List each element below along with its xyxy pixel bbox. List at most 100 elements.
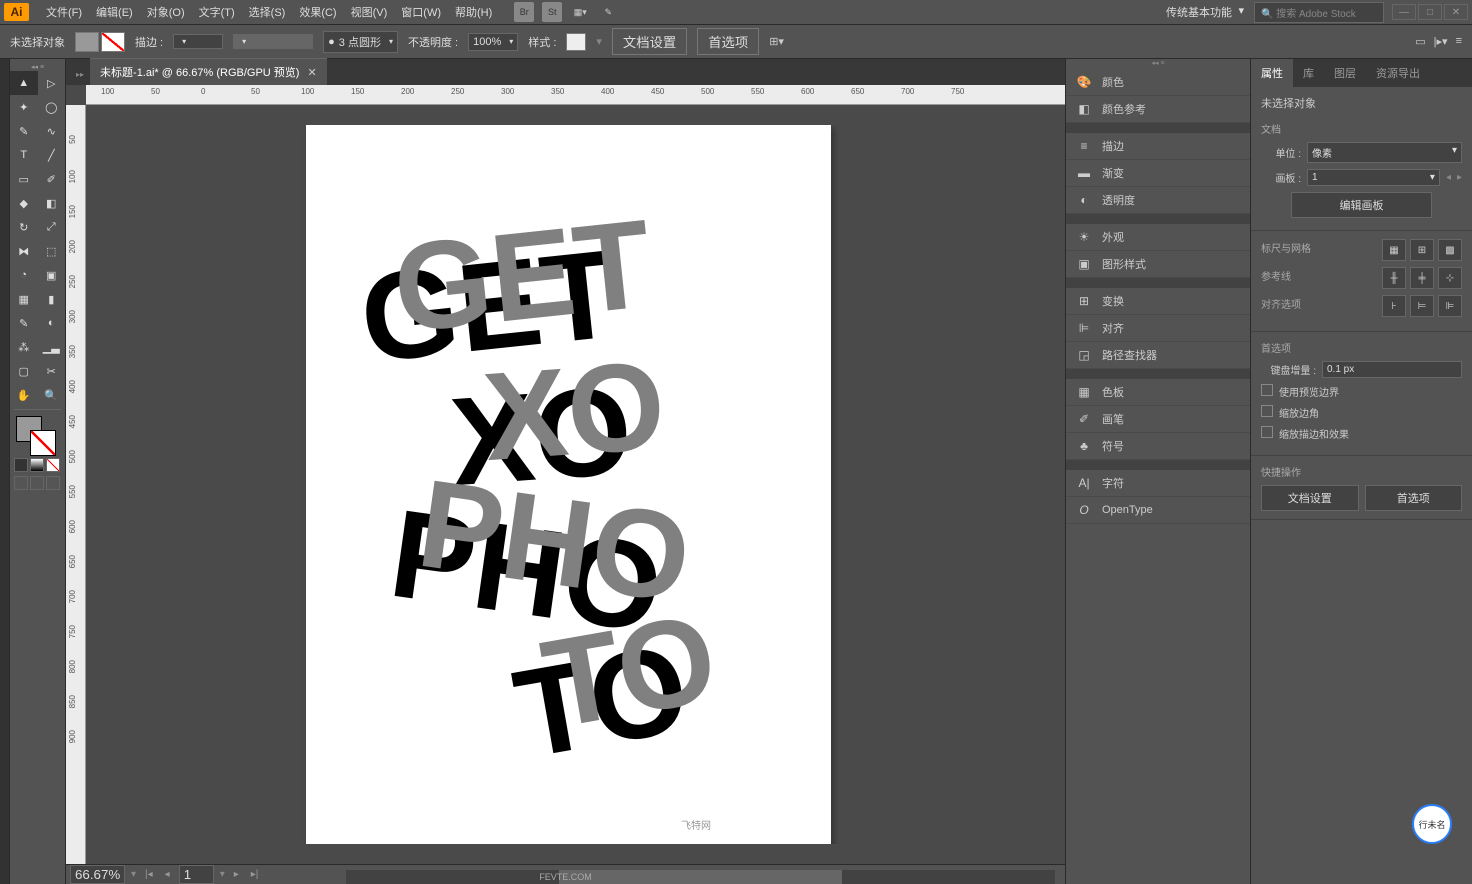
- gpu-icon[interactable]: ✎: [598, 2, 618, 22]
- snap-point-toggle[interactable]: ⊦: [1382, 295, 1406, 317]
- quick-prefs-button[interactable]: 首选项: [1365, 485, 1463, 511]
- stock-icon[interactable]: St: [542, 2, 562, 22]
- color-mode-none[interactable]: [46, 458, 60, 472]
- quick-doc-setup-button[interactable]: 文档设置: [1261, 485, 1359, 511]
- scale-corners-checkbox[interactable]: 缩放边角: [1261, 405, 1319, 420]
- stroke-swatch[interactable]: [101, 32, 125, 52]
- blend-tool[interactable]: ◐: [38, 311, 66, 335]
- canvas[interactable]: GET GET XO XO PHO PHO TO TO 飞特网: [86, 125, 1065, 844]
- menu-window[interactable]: 窗口(W): [394, 4, 448, 20]
- panel-collapse-handle[interactable]: ◂◂ ≡: [1066, 59, 1250, 69]
- ruler-toggle[interactable]: ▦: [1382, 239, 1406, 261]
- shape-builder-tool[interactable]: ◔: [10, 263, 38, 287]
- panel-menu-icon[interactable]: ≡: [1456, 35, 1462, 48]
- opacity-dropdown[interactable]: 100%: [468, 33, 518, 51]
- prev-artboard-button[interactable]: ◂: [162, 869, 173, 880]
- color-mode-gradient[interactable]: [30, 458, 44, 472]
- horizontal-scrollbar[interactable]: [346, 870, 1055, 884]
- menu-view[interactable]: 视图(V): [344, 4, 395, 20]
- brush-dropdown[interactable]: ● 3 点圆形: [323, 31, 398, 53]
- panel-transparency[interactable]: ◐透明度: [1066, 187, 1250, 214]
- stroke-weight-dropdown[interactable]: [173, 34, 223, 49]
- menu-object[interactable]: 对象(O): [140, 4, 192, 20]
- tab-properties[interactable]: 属性: [1251, 59, 1293, 87]
- use-preview-checkbox[interactable]: 使用预览边界: [1261, 384, 1339, 399]
- artboard[interactable]: GET GET XO XO PHO PHO TO TO 飞特网: [306, 125, 831, 844]
- eyedropper-tool[interactable]: ✎: [10, 311, 38, 335]
- zoom-tool[interactable]: 🔍: [38, 383, 66, 407]
- panel-gradient[interactable]: ▬渐变: [1066, 160, 1250, 187]
- panel-swatches[interactable]: ▦色板: [1066, 379, 1250, 406]
- panel-transform[interactable]: ⊞变换: [1066, 288, 1250, 315]
- document-tab[interactable]: 未标题-1.ai* @ 66.67% (RGB/GPU 预览) ✕: [90, 58, 327, 85]
- lasso-tool[interactable]: ◯: [38, 95, 66, 119]
- color-picker[interactable]: [10, 412, 65, 456]
- menu-edit[interactable]: 编辑(E): [89, 4, 140, 20]
- horizontal-ruler[interactable]: 100 50 0 50 100 150 200 250 300 350 400 …: [86, 85, 1065, 105]
- fill-swatch[interactable]: [75, 32, 99, 52]
- zoom-input[interactable]: [70, 865, 125, 884]
- color-mode-fill[interactable]: [14, 458, 28, 472]
- panel-brushes[interactable]: ✐画笔: [1066, 406, 1250, 433]
- panel-opentype[interactable]: OOpenType: [1066, 497, 1250, 524]
- direct-select-tool[interactable]: ▷: [38, 71, 66, 95]
- edit-artboards-button[interactable]: 编辑画板: [1291, 192, 1432, 218]
- symbol-sprayer-tool[interactable]: ⁂: [10, 335, 38, 359]
- smart-guides-toggle[interactable]: ⊹: [1438, 267, 1462, 289]
- menu-file[interactable]: 文件(F): [39, 4, 89, 20]
- close-button[interactable]: ✕: [1444, 4, 1468, 20]
- search-stock-input[interactable]: 🔍 搜索 Adobe Stock: [1254, 2, 1384, 23]
- arrange-icon[interactable]: ▦▾: [570, 2, 590, 22]
- isolate-icon[interactable]: ▭: [1415, 35, 1425, 48]
- artboard-tool[interactable]: ▢: [10, 359, 38, 383]
- tab-asset-export[interactable]: 资源导出: [1366, 59, 1430, 87]
- slice-tool[interactable]: ✂: [38, 359, 66, 383]
- first-artboard-button[interactable]: |◂: [142, 869, 156, 880]
- width-tool[interactable]: ⧓: [10, 239, 38, 263]
- align-to-icon[interactable]: |▸▾: [1434, 35, 1448, 48]
- snap-pixel-toggle[interactable]: ⊫: [1438, 295, 1462, 317]
- vertical-ruler[interactable]: 50 100 150 200 250 300 350 400 450 500 5…: [66, 105, 86, 864]
- line-tool[interactable]: ╱: [38, 143, 66, 167]
- align-icon[interactable]: ⊞▾: [769, 35, 784, 48]
- workspace-selector[interactable]: 传统基本功能: [1160, 2, 1246, 22]
- maximize-button[interactable]: □: [1418, 4, 1442, 20]
- toolbar-handle[interactable]: ◂◂ ≡: [10, 63, 65, 71]
- rotate-tool[interactable]: ↻: [10, 215, 38, 239]
- tab-layers[interactable]: 图层: [1324, 59, 1366, 87]
- free-transform-tool[interactable]: ⬚: [38, 239, 66, 263]
- screen-mode-full[interactable]: [30, 476, 44, 490]
- tab-libraries[interactable]: 库: [1293, 59, 1324, 87]
- panel-symbols[interactable]: ♣符号: [1066, 433, 1250, 460]
- snap-grid-toggle[interactable]: ⊨: [1410, 295, 1434, 317]
- bridge-icon[interactable]: Br: [514, 2, 534, 22]
- panel-color-guide[interactable]: ◧颜色参考: [1066, 96, 1250, 123]
- grid-toggle[interactable]: ⊞: [1410, 239, 1434, 261]
- next-artboard-icon[interactable]: ▸: [1457, 172, 1462, 183]
- menu-help[interactable]: 帮助(H): [448, 4, 499, 20]
- perspective-tool[interactable]: ▣: [38, 263, 66, 287]
- eraser-tool[interactable]: ◧: [38, 191, 66, 215]
- guides-visible-toggle[interactable]: ╫: [1382, 267, 1406, 289]
- magic-wand-tool[interactable]: ✦: [10, 95, 38, 119]
- artboard-dropdown[interactable]: 1▾: [1307, 169, 1440, 186]
- type-tool[interactable]: T: [10, 143, 38, 167]
- menu-type[interactable]: 文字(T): [192, 4, 242, 20]
- scale-strokes-checkbox[interactable]: 缩放描边和效果: [1261, 426, 1349, 441]
- var-width-dropdown[interactable]: [233, 34, 313, 49]
- guides-lock-toggle[interactable]: ╪: [1410, 267, 1434, 289]
- panel-graphic-styles[interactable]: ▣图形样式: [1066, 251, 1250, 278]
- doc-setup-button[interactable]: 文档设置: [612, 28, 687, 55]
- tab-close-icon[interactable]: ✕: [307, 66, 316, 79]
- artboard-number-input[interactable]: [179, 865, 214, 884]
- prefs-button[interactable]: 首选项: [697, 28, 759, 55]
- menu-select[interactable]: 选择(S): [242, 4, 293, 20]
- panel-character[interactable]: A|字符: [1066, 470, 1250, 497]
- unit-dropdown[interactable]: 像素▾: [1307, 142, 1462, 163]
- minimize-button[interactable]: —: [1392, 4, 1416, 20]
- screen-mode-normal[interactable]: [14, 476, 28, 490]
- panel-pathfinder[interactable]: ◲路径查找器: [1066, 342, 1250, 369]
- transparency-grid-toggle[interactable]: ▩: [1438, 239, 1462, 261]
- user-badge[interactable]: 行未名: [1412, 804, 1452, 844]
- prev-artboard-icon[interactable]: ◂: [1446, 172, 1451, 183]
